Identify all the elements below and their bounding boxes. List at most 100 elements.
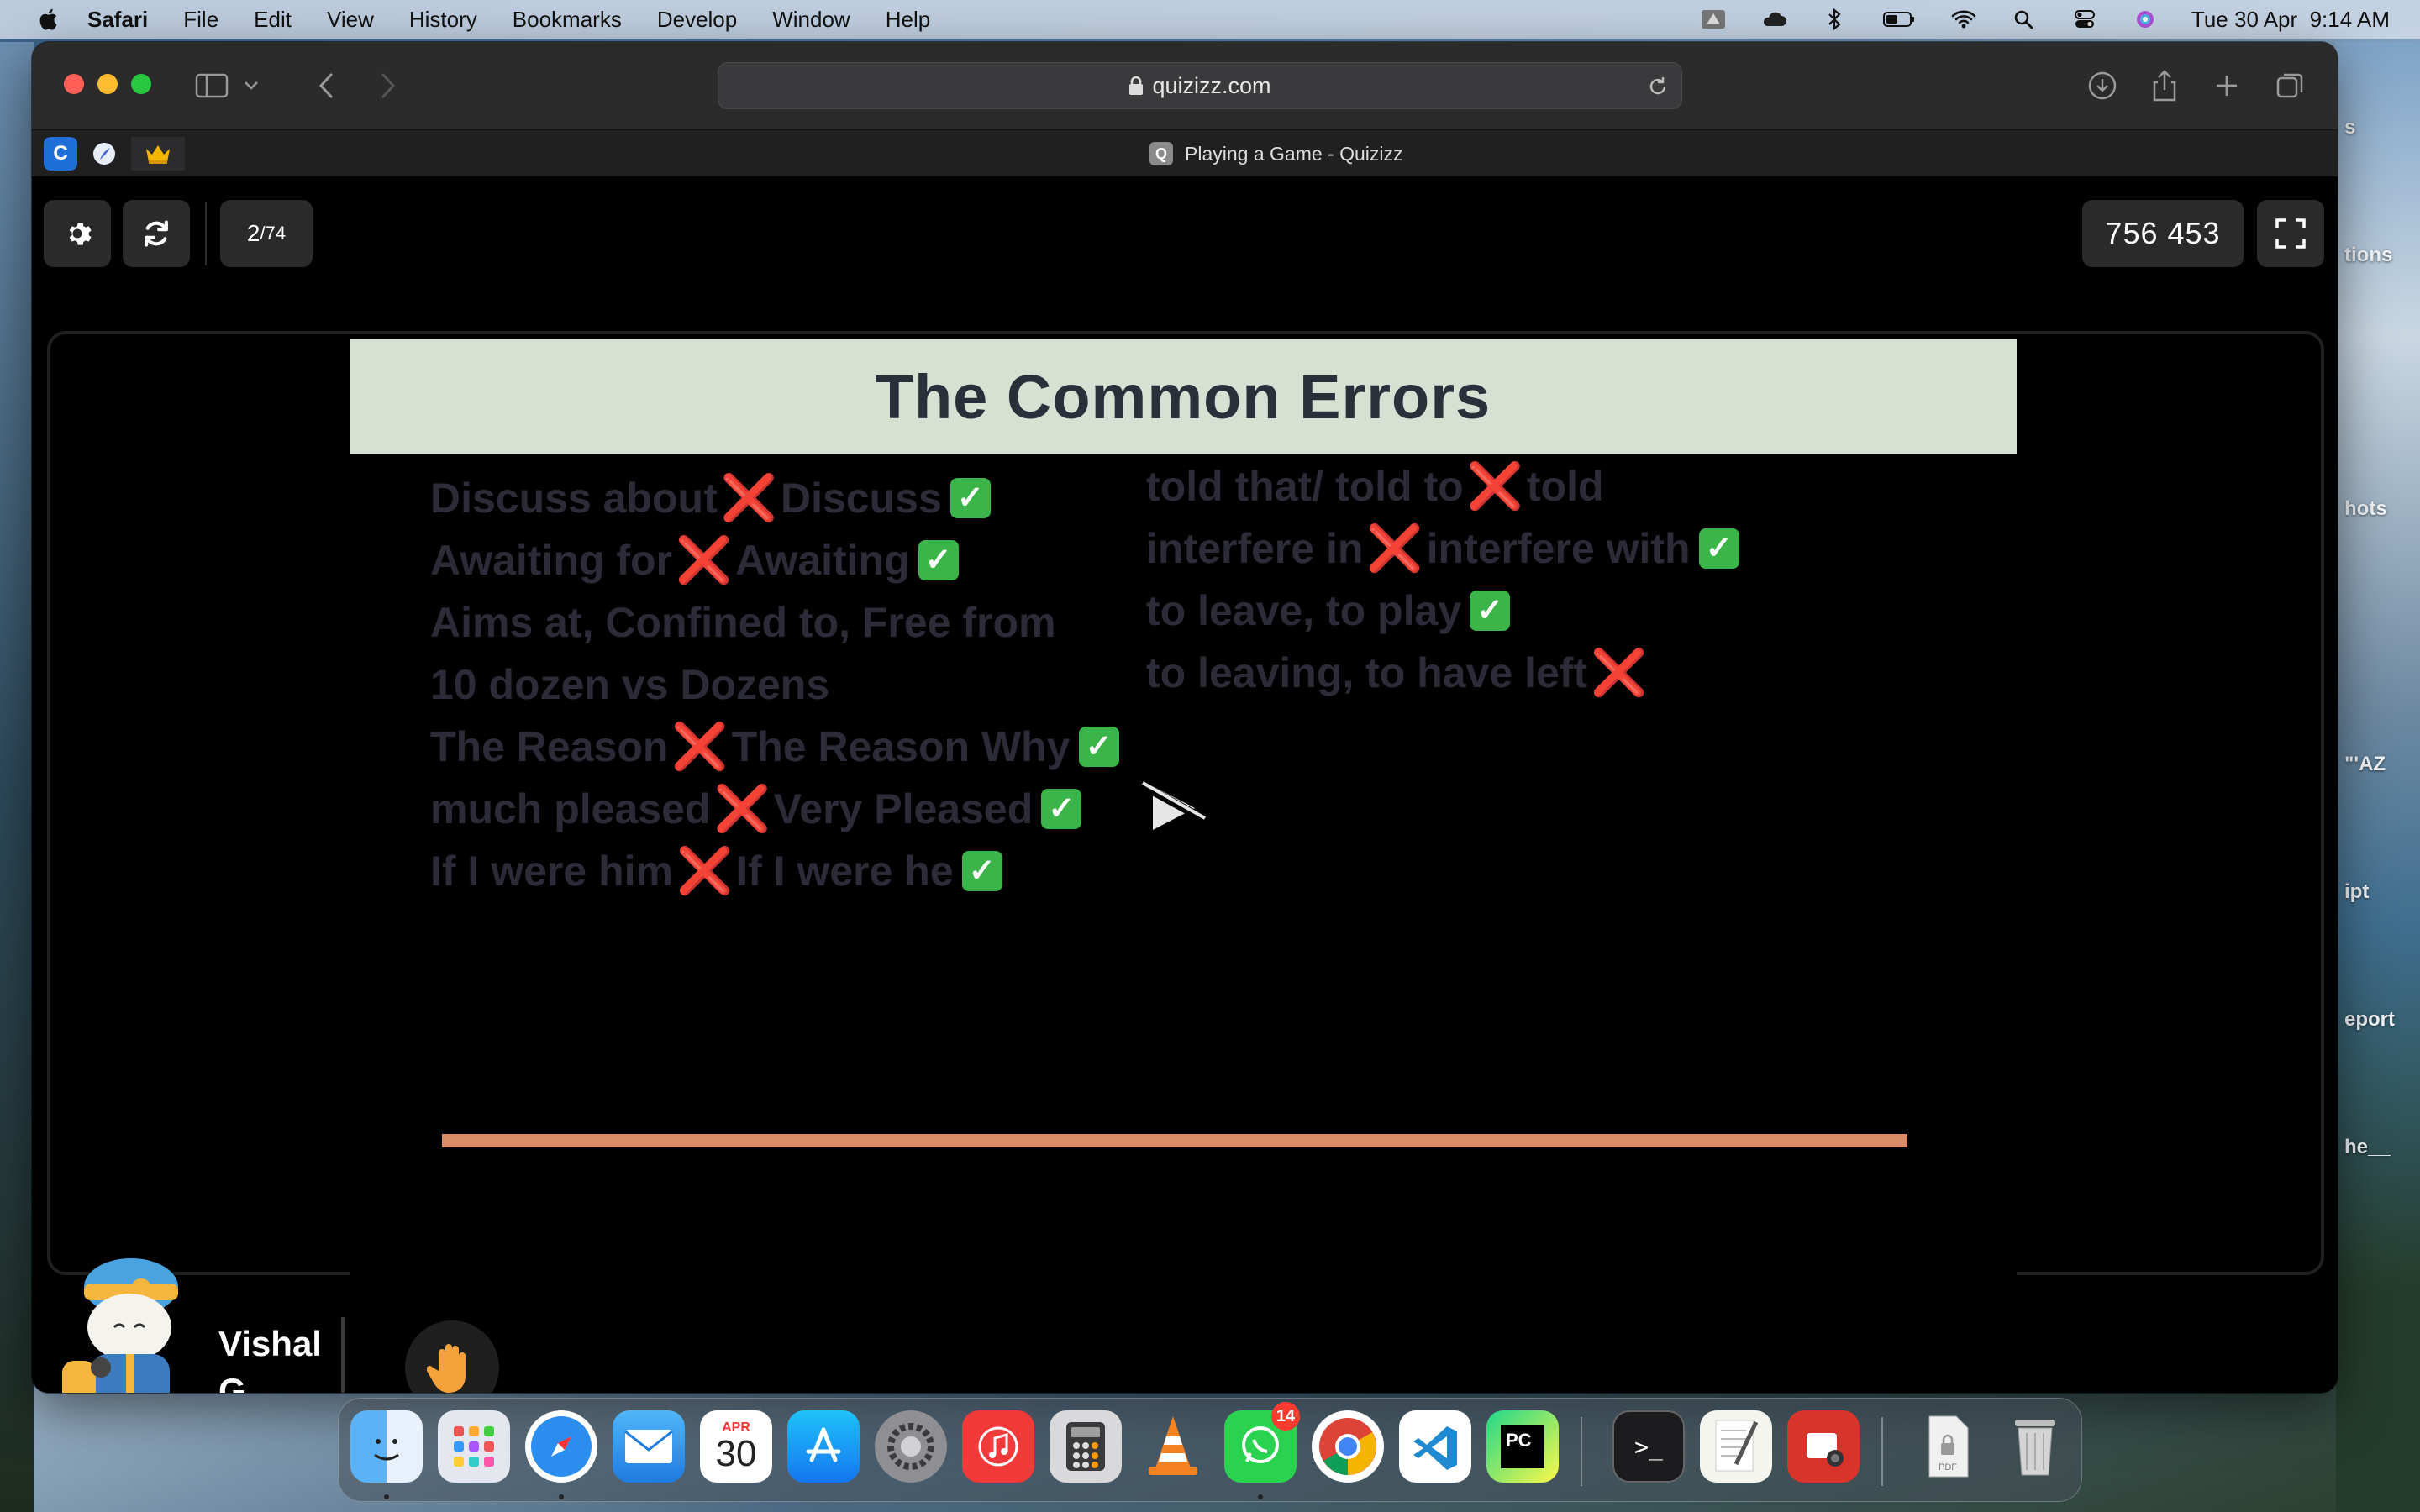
terminal-icon[interactable]: >_	[1612, 1410, 1685, 1483]
fullscreen-button[interactable]	[2257, 200, 2324, 267]
app-store-icon[interactable]	[787, 1410, 860, 1483]
calendar-icon[interactable]: APR 30	[700, 1410, 772, 1483]
finder-icon[interactable]	[350, 1410, 423, 1483]
menu-app-safari[interactable]: Safari	[87, 7, 148, 33]
vscode-icon[interactable]	[1399, 1410, 1471, 1483]
cross-mark-icon: ❌	[675, 535, 733, 585]
lock-icon	[1129, 76, 1144, 95]
desktop-file-label[interactable]: he__	[2344, 1136, 2391, 1159]
spotlight-search-icon[interactable]	[2010, 8, 2039, 30]
raise-hand-button[interactable]	[405, 1320, 499, 1393]
bluetooth-icon[interactable]	[1820, 8, 1849, 30]
dock-separator	[1581, 1417, 1582, 1486]
menu-file[interactable]: File	[183, 7, 218, 33]
share-button[interactable]	[2144, 66, 2185, 106]
player-name: Vishal G	[218, 1324, 322, 1393]
line-correction: Awaiting	[735, 537, 910, 584]
line-correction: Very Pleased	[773, 785, 1034, 832]
dock-running-indicator	[384, 1494, 389, 1499]
toolbar-divider	[205, 202, 207, 265]
line-text: told that/ told to	[1146, 463, 1464, 510]
sidebar-toggle-button[interactable]	[192, 66, 232, 106]
textedit-icon[interactable]	[1700, 1410, 1772, 1483]
new-tab-button[interactable]	[2207, 66, 2247, 106]
drive-icon[interactable]	[1699, 8, 1728, 30]
calculator-icon[interactable]	[1050, 1410, 1122, 1483]
calendar-day: 30	[715, 1433, 757, 1474]
calculator-keys-icon	[1066, 1422, 1105, 1471]
trash-icon[interactable]	[1999, 1410, 2071, 1483]
envelope-icon	[624, 1430, 673, 1463]
menu-view[interactable]: View	[327, 7, 374, 33]
cloud-icon[interactable]	[1760, 8, 1788, 30]
slide-header: The Common Errors	[350, 339, 2017, 454]
pdf-document-icon[interactable]: PDF	[1912, 1410, 1984, 1483]
chrome-icon[interactable]	[1312, 1410, 1384, 1483]
menu-edit[interactable]: Edit	[254, 7, 292, 33]
active-tab[interactable]: Q Playing a Game - Quizizz	[1150, 139, 1402, 169]
sidebar-icon	[195, 73, 229, 98]
back-button[interactable]	[306, 66, 346, 106]
pinned-tab-feather[interactable]	[87, 137, 121, 171]
desktop-file-label[interactable]: hots	[2344, 497, 2387, 521]
menu-window[interactable]: Window	[772, 7, 850, 33]
mail-icon[interactable]	[613, 1410, 685, 1483]
menu-history[interactable]: History	[409, 7, 477, 33]
line-correction: The Reason Why	[731, 723, 1071, 770]
safari-icon[interactable]	[525, 1410, 597, 1483]
tab-overview-icon	[2276, 73, 2303, 98]
photo-booth-icon[interactable]	[1787, 1410, 1860, 1483]
apple-menu-icon[interactable]	[37, 7, 62, 32]
desktop-file-label[interactable]: ipt	[2344, 880, 2369, 904]
pycharm-icon[interactable]: PC	[1486, 1410, 1559, 1483]
dock-running-indicator	[1258, 1494, 1263, 1499]
desktop-file-label[interactable]: "'AZ	[2344, 753, 2386, 776]
zoom-window-button[interactable]	[131, 74, 151, 94]
downloads-button[interactable]	[2082, 66, 2123, 106]
macos-dock: APR 30 14 PC >_ PDF	[338, 1398, 2082, 1502]
desktop-file-label[interactable]: tions	[2344, 244, 2392, 267]
siri-icon[interactable]	[2131, 8, 2160, 30]
launchpad-icon[interactable]	[438, 1410, 510, 1483]
close-window-button[interactable]	[64, 74, 84, 94]
cross-mark-icon: ❌	[671, 722, 729, 772]
line-text: Aims at, Confined to, Free from	[430, 599, 1056, 646]
pen-paper-icon	[1715, 1420, 1759, 1472]
menu-develop[interactable]: Develop	[657, 7, 737, 33]
desktop-file-label[interactable]: eport	[2344, 1008, 2395, 1032]
pinned-tab-c[interactable]: C	[44, 137, 77, 171]
play-disabled-icon[interactable]	[1134, 774, 1210, 842]
music-recorder-icon[interactable]	[962, 1410, 1034, 1483]
address-bar[interactable]: quizizz.com	[718, 62, 1682, 109]
slide-line: to leaving, to have left ❌	[1146, 642, 1739, 704]
vlc-icon[interactable]	[1137, 1410, 1209, 1483]
control-center-icon[interactable]	[2070, 8, 2099, 30]
settings-button[interactable]	[44, 200, 111, 267]
question-current: 2	[246, 220, 260, 246]
presentation-slide: The Common Errors Discuss about ❌ Discuss…	[350, 339, 2017, 1284]
refresh-icon	[145, 220, 168, 247]
tab-overview-button[interactable]	[2270, 66, 2311, 106]
forward-button[interactable]	[368, 66, 408, 106]
line-correction: Discuss	[781, 475, 942, 522]
line-text: The Reason	[430, 723, 669, 770]
system-preferences-icon[interactable]	[875, 1410, 947, 1483]
battery-icon[interactable]	[1881, 8, 1918, 30]
reload-icon[interactable]	[1646, 75, 1670, 98]
reload-game-button[interactable]	[123, 200, 190, 267]
minimize-window-button[interactable]	[97, 74, 118, 94]
slide-title: The Common Errors	[875, 361, 1491, 432]
tab-group-dropdown-button[interactable]	[239, 66, 264, 106]
dock-separator	[1881, 1417, 1883, 1486]
menu-bar-clock[interactable]: Tue 30 Apr 9:14 AM	[2191, 7, 2390, 33]
compass-icon	[531, 1416, 592, 1477]
menu-help[interactable]: Help	[886, 7, 930, 33]
cross-mark-icon: ❌	[676, 846, 734, 896]
wifi-icon[interactable]	[1949, 8, 1978, 30]
line-correction: interfere with	[1426, 525, 1691, 572]
check-mark-icon: ✓	[1698, 528, 1739, 569]
desktop-file-label[interactable]: s	[2344, 116, 2355, 139]
download-icon	[2088, 71, 2117, 100]
pinned-tab-crown[interactable]	[131, 137, 185, 171]
menu-bookmarks[interactable]: Bookmarks	[513, 7, 622, 33]
